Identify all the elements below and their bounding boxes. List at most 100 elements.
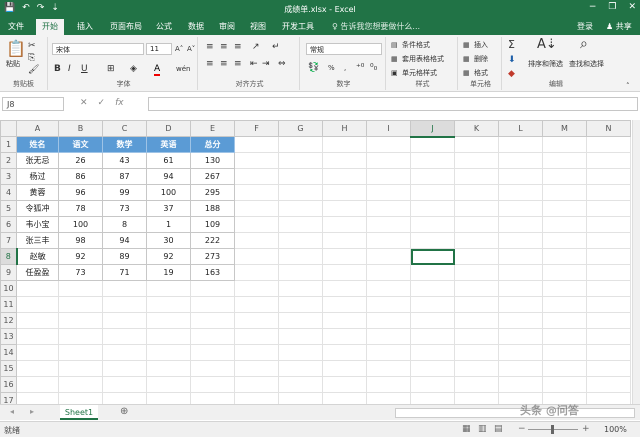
empty-cell[interactable]	[322, 296, 367, 313]
next-sheet-icon[interactable]: ▸	[30, 407, 34, 417]
tab-review[interactable]: 审阅	[219, 21, 235, 32]
percent-style-button[interactable]: %	[328, 64, 335, 72]
empty-cell[interactable]	[278, 376, 323, 393]
empty-cell[interactable]	[542, 168, 587, 185]
empty-cell[interactable]	[322, 136, 367, 153]
column-header[interactable]: G	[278, 120, 323, 137]
table-cell[interactable]: 26	[58, 152, 103, 169]
empty-cell[interactable]	[586, 392, 631, 404]
table-cell[interactable]: 8	[102, 216, 147, 233]
empty-cell[interactable]	[234, 360, 279, 377]
empty-cell[interactable]	[146, 280, 191, 297]
empty-cell[interactable]	[498, 248, 543, 265]
empty-cell[interactable]	[190, 296, 235, 313]
close-button[interactable]: ✕	[628, 2, 636, 12]
empty-cell[interactable]	[454, 360, 499, 377]
empty-cell[interactable]	[498, 200, 543, 217]
table-header-cell[interactable]: 总分	[190, 136, 235, 153]
find-select-button[interactable]: 查找和选择	[569, 59, 604, 69]
empty-cell[interactable]	[190, 344, 235, 361]
decrease-decimal-icon[interactable]: ⁰₀	[370, 63, 377, 73]
autosum-icon[interactable]: Σ	[508, 39, 515, 50]
font-color-icon[interactable]: A	[154, 64, 161, 76]
comma-style-button[interactable]: ,	[344, 64, 346, 72]
empty-cell[interactable]	[102, 328, 147, 345]
empty-cell[interactable]	[366, 216, 411, 233]
empty-cell[interactable]	[498, 152, 543, 169]
empty-cell[interactable]	[322, 376, 367, 393]
sheet-tab-sheet1[interactable]: Sheet1	[60, 405, 98, 420]
empty-cell[interactable]	[366, 280, 411, 297]
share-button[interactable]: ♟ 共享	[606, 21, 632, 32]
underline-button[interactable]: U	[81, 64, 88, 74]
table-cell[interactable]: 188	[190, 200, 235, 217]
column-header[interactable]: D	[146, 120, 191, 137]
empty-cell[interactable]	[234, 376, 279, 393]
empty-cell[interactable]	[454, 216, 499, 233]
column-header[interactable]: F	[234, 120, 279, 137]
table-cell[interactable]: 222	[190, 232, 235, 249]
empty-cell[interactable]	[322, 344, 367, 361]
table-cell[interactable]: 19	[146, 264, 191, 281]
empty-cell[interactable]	[322, 184, 367, 201]
tab-formulas[interactable]: 公式	[156, 21, 172, 32]
row-header[interactable]: 1	[0, 136, 17, 153]
empty-cell[interactable]	[190, 328, 235, 345]
empty-cell[interactable]	[234, 248, 279, 265]
empty-cell[interactable]	[542, 232, 587, 249]
empty-cell[interactable]	[234, 296, 279, 313]
row-header[interactable]: 11	[0, 296, 17, 313]
empty-cell[interactable]	[234, 136, 279, 153]
table-header-cell[interactable]: 数学	[102, 136, 147, 153]
add-sheet-icon[interactable]: ⊕	[120, 407, 128, 417]
empty-cell[interactable]	[498, 216, 543, 233]
empty-cell[interactable]	[586, 296, 631, 313]
empty-cell[interactable]	[102, 296, 147, 313]
table-cell[interactable]: 163	[190, 264, 235, 281]
empty-cell[interactable]	[454, 264, 499, 281]
empty-cell[interactable]	[410, 216, 455, 233]
cell-styles-icon[interactable]: ▣	[391, 68, 398, 78]
empty-cell[interactable]	[586, 232, 631, 249]
empty-cell[interactable]	[586, 200, 631, 217]
empty-cell[interactable]	[410, 168, 455, 185]
format-as-table-icon[interactable]: ▦	[391, 54, 398, 64]
clear-icon[interactable]: ◆	[508, 69, 515, 79]
empty-cell[interactable]	[542, 152, 587, 169]
empty-cell[interactable]	[190, 392, 235, 404]
empty-cell[interactable]	[322, 280, 367, 297]
empty-cell[interactable]	[234, 184, 279, 201]
empty-cell[interactable]	[498, 296, 543, 313]
empty-cell[interactable]	[498, 264, 543, 281]
empty-cell[interactable]	[58, 392, 103, 404]
empty-cell[interactable]	[410, 344, 455, 361]
empty-cell[interactable]	[410, 376, 455, 393]
empty-cell[interactable]	[586, 248, 631, 265]
table-cell[interactable]: 100	[146, 184, 191, 201]
table-cell[interactable]: 张三丰	[16, 232, 59, 249]
column-header[interactable]: E	[190, 120, 235, 137]
insert-cells-icon[interactable]: ▦	[463, 40, 470, 50]
empty-cell[interactable]	[454, 152, 499, 169]
conditional-format-button[interactable]: 条件格式	[402, 40, 430, 50]
column-header[interactable]: K	[454, 120, 499, 137]
empty-cell[interactable]	[410, 136, 455, 153]
empty-cell[interactable]	[102, 376, 147, 393]
empty-cell[interactable]	[278, 184, 323, 201]
empty-cell[interactable]	[146, 376, 191, 393]
empty-cell[interactable]	[542, 248, 587, 265]
empty-cell[interactable]	[586, 264, 631, 281]
table-cell[interactable]: 295	[190, 184, 235, 201]
paste-label[interactable]: 粘贴	[6, 59, 20, 69]
tab-view[interactable]: 视图	[250, 21, 266, 32]
empty-cell[interactable]	[190, 376, 235, 393]
empty-cell[interactable]	[278, 296, 323, 313]
phonetic-icon[interactable]: wén	[176, 65, 190, 73]
empty-cell[interactable]	[322, 264, 367, 281]
row-header[interactable]: 13	[0, 328, 17, 345]
table-cell[interactable]: 杨过	[16, 168, 59, 185]
align-left-icon[interactable]: ≡	[206, 59, 214, 69]
empty-cell[interactable]	[58, 328, 103, 345]
empty-cell[interactable]	[234, 392, 279, 404]
empty-cell[interactable]	[454, 136, 499, 153]
